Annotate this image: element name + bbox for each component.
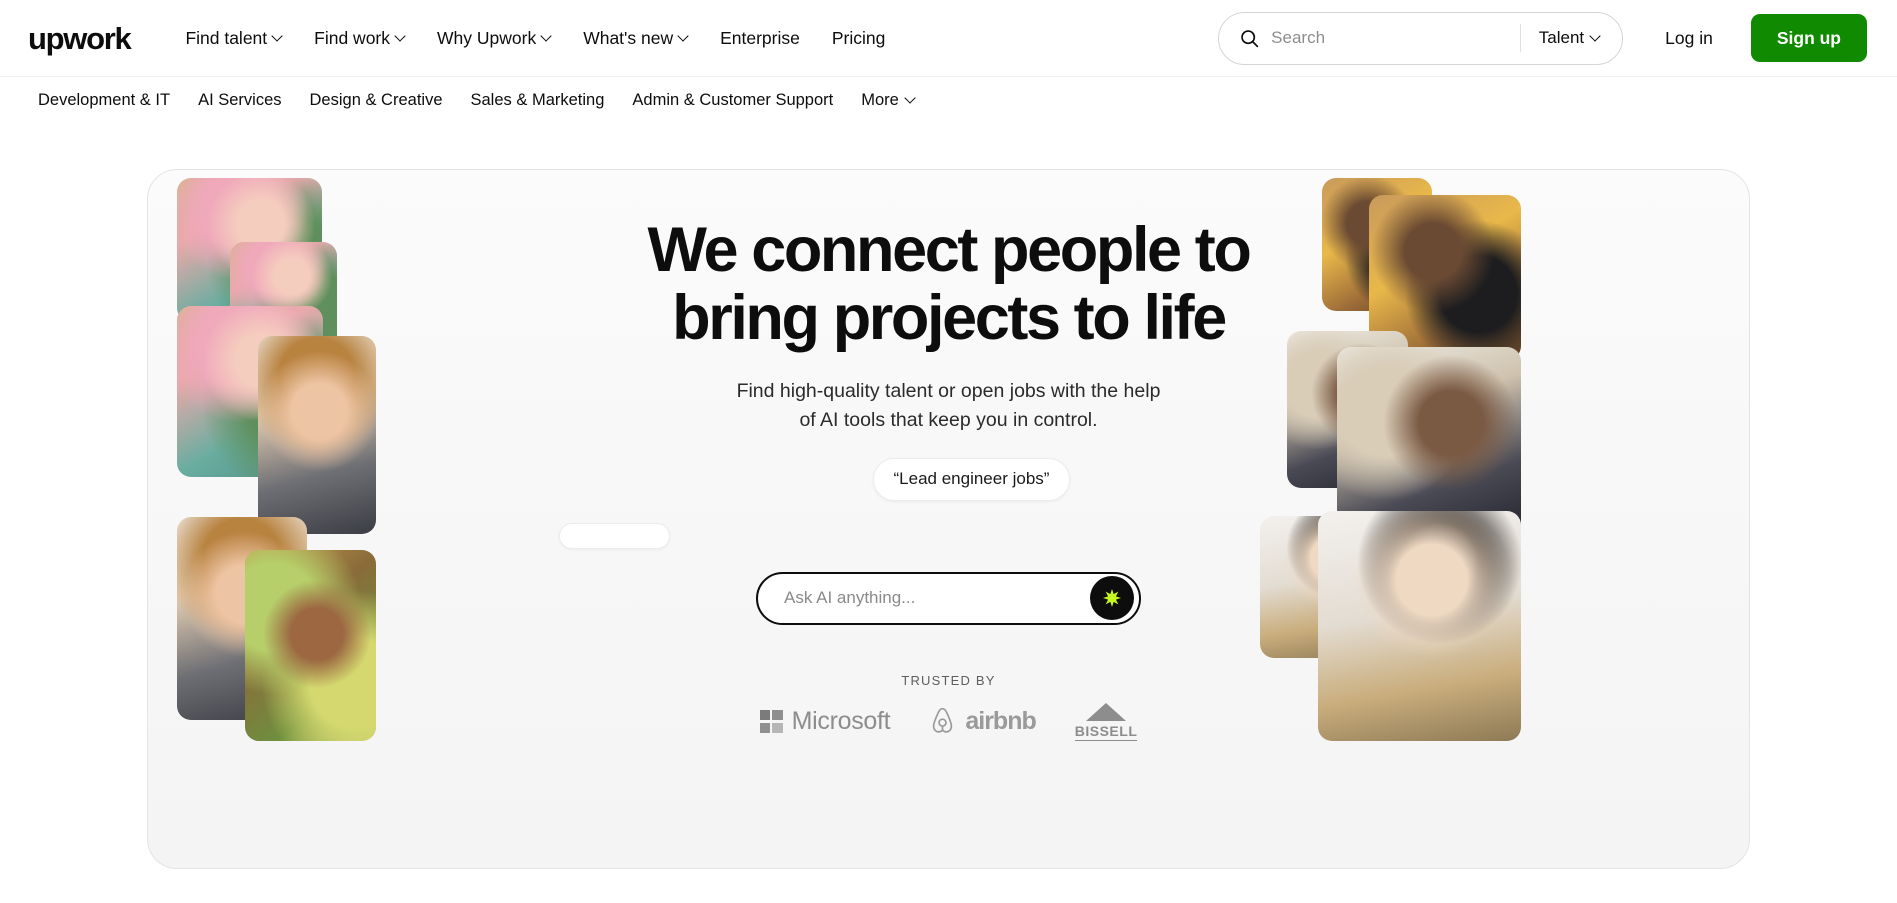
trusted-by-logos: Microsoft airbnb BISSELL xyxy=(759,702,1138,741)
airbnb-wordmark: airbnb xyxy=(965,707,1036,736)
category-label: More xyxy=(861,91,899,109)
category-label: Sales & Marketing xyxy=(470,91,605,109)
primary-nav: Find talent Find work Why Upwork What's … xyxy=(169,18,901,59)
search-bar[interactable]: Talent xyxy=(1218,11,1624,65)
microsoft-wordmark: Microsoft xyxy=(791,707,891,736)
header-actions: Talent Log in Sign up xyxy=(1218,11,1867,65)
hero-stage: We connect people to bring projects to l… xyxy=(0,124,1897,869)
login-link[interactable]: Log in xyxy=(1645,16,1733,61)
nav-item-enterprise[interactable]: Enterprise xyxy=(704,18,816,59)
search-scope-label: Talent xyxy=(1538,28,1585,47)
category-ai-services[interactable]: AI Services xyxy=(184,84,295,117)
trusted-by-section: TRUSTED BY Microsoft airbnb BISSELL xyxy=(759,672,1138,741)
hero-photo-right-6 xyxy=(1318,511,1521,741)
category-label: Development & IT xyxy=(38,91,171,109)
nav-item-pricing[interactable]: Pricing xyxy=(816,18,902,59)
chevron-down-icon xyxy=(396,32,405,41)
ask-ai-input[interactable] xyxy=(784,573,1090,623)
sparkle-icon xyxy=(1103,589,1121,608)
nav-item-find-talent[interactable]: Find talent xyxy=(169,18,298,59)
hero-photo-left-4 xyxy=(258,336,376,534)
suggestion-chip-lead-engineer-jobs[interactable]: “Lead engineer jobs” xyxy=(872,457,1071,501)
nav-item-why-upwork[interactable]: Why Upwork xyxy=(421,18,567,59)
nav-label: Pricing xyxy=(831,27,886,48)
search-scope-selector[interactable]: Talent xyxy=(1523,19,1616,57)
category-label: AI Services xyxy=(198,91,282,109)
category-development-it[interactable]: Development & IT xyxy=(24,84,184,117)
category-label: Design & Creative xyxy=(309,91,443,109)
logo-airbnb: airbnb xyxy=(929,707,1037,736)
search-icon xyxy=(1241,29,1259,47)
bissell-triangle-icon xyxy=(1086,702,1127,721)
signup-button[interactable]: Sign up xyxy=(1750,14,1867,62)
nav-label: Why Upwork xyxy=(437,27,537,48)
nav-item-find-work[interactable]: Find work xyxy=(298,18,421,59)
nav-label: Find work xyxy=(314,27,391,48)
search-divider xyxy=(1519,24,1521,52)
chevron-down-icon xyxy=(679,32,688,41)
chevron-down-icon xyxy=(542,32,551,41)
nav-item-whats-new[interactable]: What's new xyxy=(567,18,704,59)
trusted-by-label: TRUSTED BY xyxy=(901,672,996,688)
hero-card: We connect people to bring projects to l… xyxy=(147,169,1750,869)
upwork-logo[interactable]: upwork xyxy=(28,23,132,54)
hero-content: We connect people to bring projects to l… xyxy=(558,170,1339,868)
category-label: Admin & Customer Support xyxy=(632,91,834,109)
ask-ai-bar[interactable] xyxy=(756,571,1141,625)
category-design-creative[interactable]: Design & Creative xyxy=(296,84,457,117)
logo-bissell: BISSELL xyxy=(1074,702,1138,741)
nav-label: What's new xyxy=(583,27,674,48)
category-sales-marketing[interactable]: Sales & Marketing xyxy=(457,84,619,117)
category-nav: Development & IT AI Services Design & Cr… xyxy=(0,76,1897,124)
chevron-down-icon xyxy=(1591,32,1600,41)
nav-label: Enterprise xyxy=(720,27,800,48)
nav-label: Find talent xyxy=(185,27,268,48)
chevron-down-icon xyxy=(906,94,915,103)
category-more[interactable]: More xyxy=(847,84,929,117)
hero-photo-left-6 xyxy=(245,550,376,741)
category-admin-customer-support[interactable]: Admin & Customer Support xyxy=(618,84,847,117)
microsoft-squares-icon xyxy=(759,710,783,734)
hero-headline: We connect people to bring projects to l… xyxy=(647,215,1252,354)
chevron-down-icon xyxy=(273,32,282,41)
bissell-wordmark: BISSELL xyxy=(1074,722,1138,741)
search-input[interactable] xyxy=(1271,12,1518,64)
logo-microsoft: Microsoft xyxy=(759,707,891,736)
airbnb-belo-icon xyxy=(933,707,953,733)
suggestion-chips: “Lead engineer jobs” xyxy=(558,457,1339,566)
site-header: upwork Find talent Find work Why Upwork … xyxy=(0,0,1897,76)
suggestion-chip-placeholder[interactable] xyxy=(558,522,670,549)
hero-subheadline: Find high-quality talent or open jobs wi… xyxy=(736,380,1161,432)
ask-ai-submit-button[interactable] xyxy=(1090,576,1134,621)
hero-photo-right-4 xyxy=(1337,347,1521,537)
